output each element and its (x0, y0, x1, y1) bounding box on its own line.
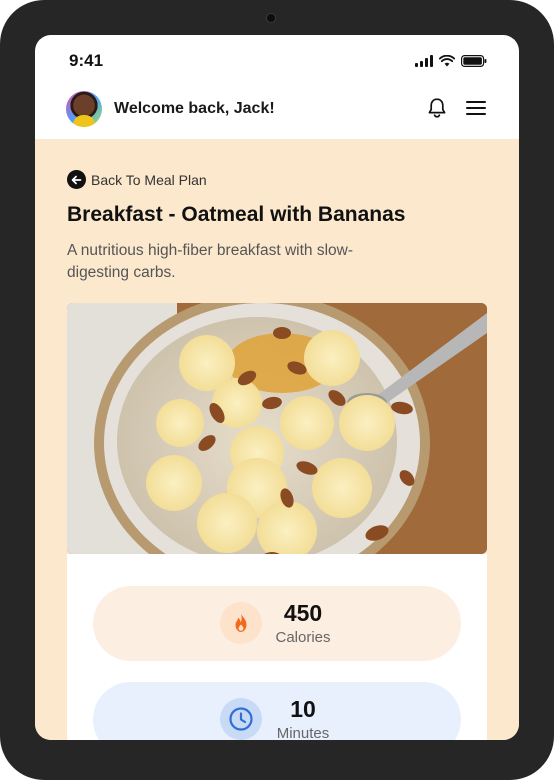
app-header: Welcome back, Jack! (35, 85, 519, 139)
flame-icon (220, 602, 262, 644)
screen: 9:41 Welcome back, Jack! Back To Meal Pl… (35, 35, 519, 740)
meal-stats-card: 450 Calories 10 Minutes (67, 554, 487, 740)
minutes-label: Minutes (276, 725, 330, 740)
calories-label: Calories (275, 629, 331, 646)
status-time: 9:41 (69, 51, 104, 70)
back-label: Back To Meal Plan (91, 171, 207, 188)
hamburger-menu-icon[interactable] (465, 99, 487, 117)
battery-icon (461, 55, 487, 67)
cellular-signal-icon (415, 55, 433, 67)
arrow-left-icon (67, 170, 86, 189)
status-icons (415, 55, 487, 67)
bell-icon[interactable] (427, 97, 447, 119)
minutes-stat: 10 Minutes (93, 682, 461, 740)
meal-description: A nutritious high-fiber breakfast with s… (67, 242, 354, 281)
minutes-value: 10 (290, 696, 316, 722)
user-avatar[interactable] (66, 91, 102, 127)
clock-icon (220, 698, 262, 740)
meal-detail-content: Back To Meal Plan Breakfast - Oatmeal wi… (35, 139, 519, 740)
calories-stat: 450 Calories (93, 586, 461, 661)
oatmeal-photo (67, 303, 487, 554)
wifi-icon (439, 55, 455, 67)
page-title: Breakfast - Oatmeal with Bananas (67, 203, 406, 226)
back-to-meal-plan-link[interactable]: Back To Meal Plan (67, 170, 207, 189)
front-camera (266, 13, 276, 23)
welcome-text: Welcome back, Jack! (114, 100, 275, 117)
status-bar: 9:41 (35, 35, 519, 85)
tablet-frame: 9:41 Welcome back, Jack! Back To Meal Pl… (0, 0, 554, 780)
calories-value: 450 (283, 600, 323, 626)
